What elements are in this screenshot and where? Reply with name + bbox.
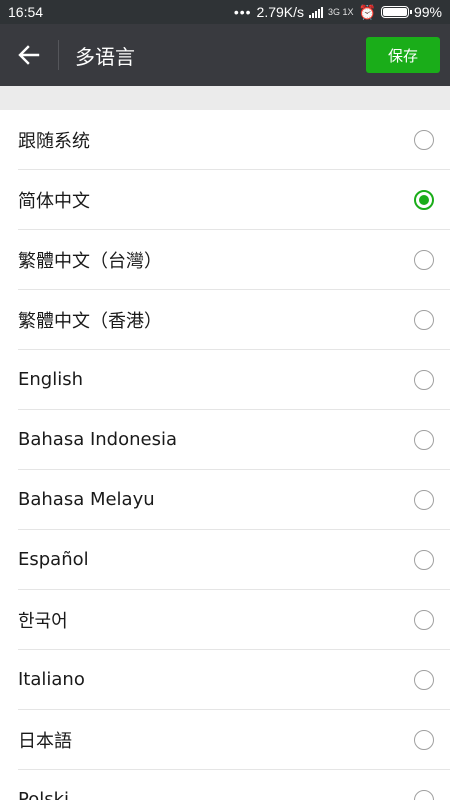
status-bar: 16:54 ••• 2.79K/s 3G 1X ⏰ 99%	[0, 0, 450, 24]
language-list: 跟随系统简体中文繁體中文（台灣） 繁體中文（香港） English Bahasa In…	[0, 110, 450, 800]
language-label: Bahasa Indonesia	[18, 429, 177, 450]
page-title: 多语言	[75, 44, 135, 69]
language-option[interactable]: 繁體中文（香港）	[18, 290, 450, 350]
radio-unchecked-icon[interactable]	[414, 309, 434, 330]
language-label: Polski	[18, 789, 70, 800]
network-type: 3G 1X	[328, 7, 354, 17]
save-button[interactable]: 保存	[366, 37, 440, 73]
arrow-left-icon	[18, 45, 40, 65]
language-option[interactable]: Español	[18, 530, 450, 590]
radio-unchecked-icon[interactable]	[414, 729, 434, 750]
language-option[interactable]: 繁體中文（台灣）	[18, 230, 450, 290]
alarm-icon: ⏰	[358, 3, 376, 20]
network-speed: 2.79K/s	[256, 4, 305, 20]
notification-dots-icon: •••	[233, 4, 252, 20]
radio-unchecked-icon[interactable]	[414, 129, 434, 150]
language-option[interactable]: Bahasa Melayu	[18, 470, 450, 530]
section-gap	[0, 86, 450, 110]
language-option[interactable]: Italiano	[18, 650, 450, 710]
radio-unchecked-icon[interactable]	[414, 249, 434, 270]
header-divider	[58, 40, 59, 70]
radio-unchecked-icon[interactable]	[414, 609, 434, 630]
radio-unchecked-icon[interactable]	[414, 549, 434, 570]
language-label: 简体中文	[18, 190, 90, 212]
language-option[interactable]: 日本語	[18, 710, 450, 770]
battery-percent: 99%	[413, 4, 442, 20]
language-option[interactable]: Polski	[18, 770, 450, 800]
language-label: Italiano	[18, 669, 85, 690]
signal-icon	[309, 6, 324, 18]
app-header: 多语言 保存	[0, 24, 450, 86]
battery-icon	[380, 6, 412, 18]
language-label: 한국어	[18, 610, 68, 632]
radio-unchecked-icon[interactable]	[414, 489, 434, 510]
language-label: 繁體中文（香港）	[18, 310, 162, 332]
language-label: 跟随系统	[18, 130, 90, 152]
language-label: Español	[18, 549, 89, 570]
back-button[interactable]	[0, 24, 58, 86]
radio-unchecked-icon[interactable]	[414, 789, 434, 800]
language-option[interactable]: 跟随系统	[18, 110, 450, 170]
language-label: 繁體中文（台灣）	[18, 250, 162, 272]
status-time: 16:54	[8, 4, 44, 20]
language-label: English	[18, 369, 83, 390]
language-option[interactable]: English	[18, 350, 450, 410]
radio-checked-icon[interactable]	[414, 189, 434, 210]
language-label: 日本語	[18, 730, 72, 752]
status-indicators: ••• 2.79K/s 3G 1X ⏰ 99%	[234, 4, 442, 21]
radio-unchecked-icon[interactable]	[414, 669, 434, 690]
language-option[interactable]: Bahasa Indonesia	[18, 410, 450, 470]
radio-unchecked-icon[interactable]	[414, 429, 434, 450]
language-label: Bahasa Melayu	[18, 489, 155, 510]
radio-unchecked-icon[interactable]	[414, 369, 434, 390]
language-option[interactable]: 한국어	[18, 590, 450, 650]
language-option[interactable]: 简体中文	[18, 170, 450, 230]
